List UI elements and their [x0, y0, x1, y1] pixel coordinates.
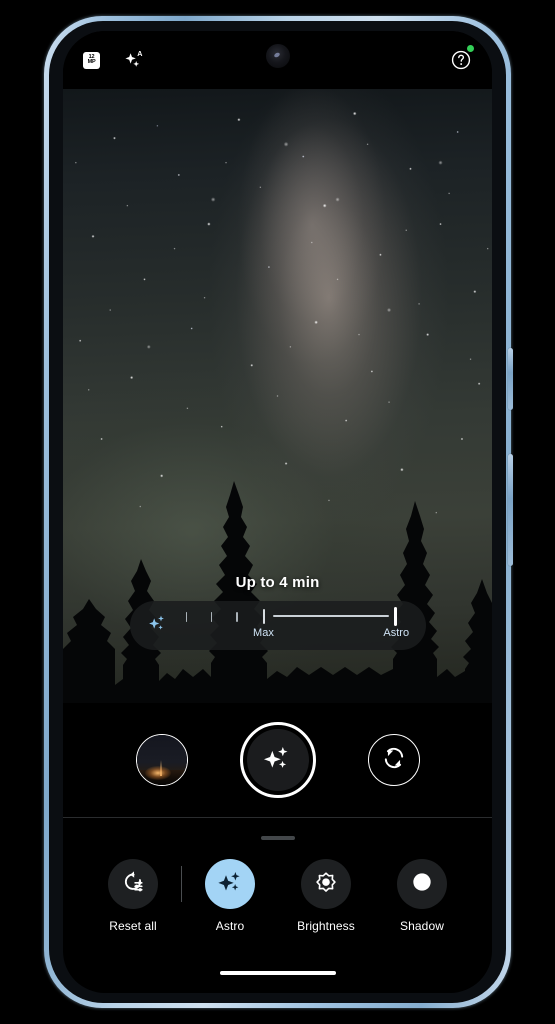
- slider-tick-1: [185, 611, 188, 622]
- control-label-astro: Astro: [215, 919, 245, 933]
- help-icon[interactable]: [450, 49, 472, 71]
- control-reset-all[interactable]: Reset all: [85, 859, 181, 933]
- shutter-inner-disc: [246, 729, 309, 791]
- control-label-reset-all: Reset all: [109, 919, 157, 933]
- camera-flip-icon: [380, 744, 408, 777]
- home-gesture-bar[interactable]: [219, 970, 336, 975]
- control-astro[interactable]: Astro: [182, 859, 278, 933]
- control-brightness[interactable]: Brightness: [278, 859, 374, 933]
- slider-fill-line: [272, 615, 390, 617]
- night-sight-auto-icon[interactable]: A: [122, 48, 146, 72]
- control-label-shadow: Shadow: [400, 919, 444, 933]
- front-camera-punch-hole: [265, 44, 290, 68]
- shutter-button[interactable]: [239, 722, 316, 798]
- switch-camera-button[interactable]: [367, 734, 420, 786]
- drag-handle[interactable]: [260, 836, 295, 840]
- resolution-badge-icon[interactable]: 12 MP: [83, 51, 100, 69]
- astro-sparkle-icon: [215, 867, 245, 902]
- phone-screen: 12 MP A Up to 4 min Max Astro Reset all …: [63, 31, 492, 993]
- camera-in-use-indicator: [467, 45, 474, 52]
- resolution-badge-line2: MP: [87, 59, 96, 65]
- brightness-button[interactable]: [301, 859, 351, 909]
- slider-tick-max: [263, 608, 266, 624]
- reset-all-icon: [120, 869, 146, 900]
- reset-all-button[interactable]: [108, 859, 158, 909]
- control-shadow[interactable]: Shadow: [374, 859, 470, 933]
- control-label-brightness: Brightness: [297, 919, 355, 933]
- svg-text:A: A: [137, 49, 142, 58]
- slider-track[interactable]: Max Astro: [181, 606, 410, 645]
- astro-sparkle-icon: [261, 741, 295, 780]
- astro-button[interactable]: [205, 859, 255, 909]
- screenshot-root: 12 MP A Up to 4 min Max Astro Reset all …: [0, 0, 555, 1024]
- slider-tick-3: [235, 611, 238, 622]
- astro-sparkle-icon: [146, 611, 170, 640]
- thumbnail-horizon-glow: [144, 766, 171, 780]
- power-button[interactable]: [508, 348, 513, 410]
- volume-rocker[interactable]: [508, 454, 513, 566]
- slider-label-astro: Astro: [383, 626, 410, 639]
- exposure-slider[interactable]: Max Astro: [130, 601, 426, 650]
- exposure-duration-label: Up to 4 min: [235, 574, 320, 591]
- bottom-sheet-divider: [63, 817, 492, 818]
- shadow-button[interactable]: [397, 859, 447, 909]
- slider-tick-2: [210, 611, 213, 622]
- shutter-controls-row: [63, 703, 492, 817]
- camera-controls-row: Reset all Astro Brightness Shadow: [63, 859, 492, 933]
- gallery-thumbnail[interactable]: [135, 734, 188, 786]
- shadow-icon: [409, 869, 435, 900]
- brightness-icon: [313, 869, 339, 900]
- tree-silhouettes: [63, 413, 492, 703]
- slider-label-max: Max: [253, 626, 274, 639]
- slider-thumb-astro[interactable]: [393, 606, 397, 626]
